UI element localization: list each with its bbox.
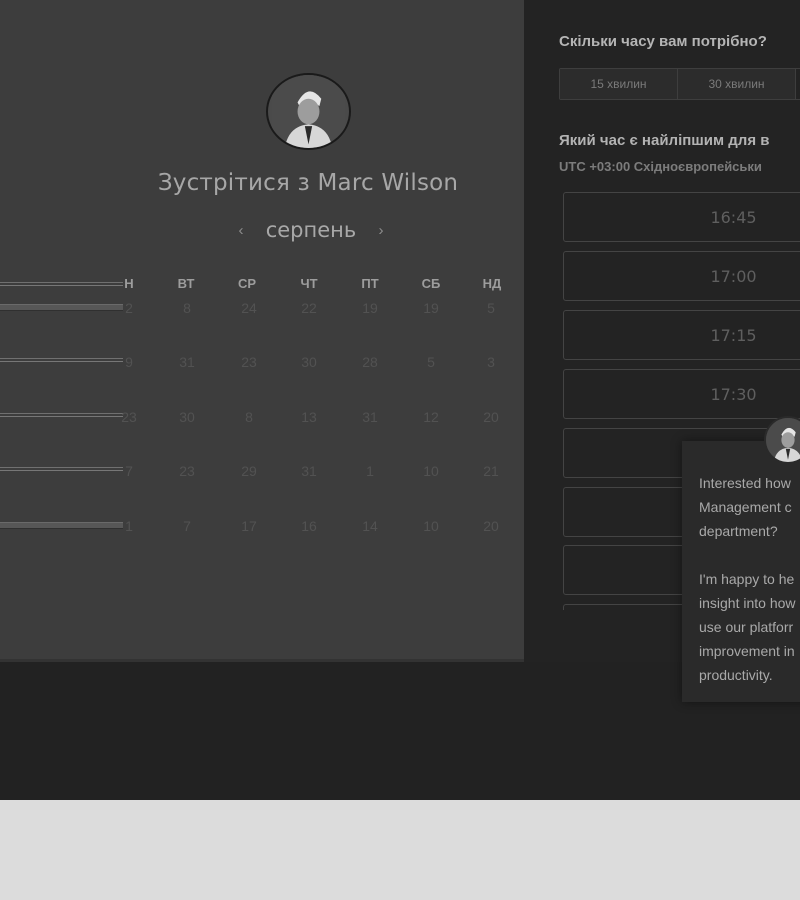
- calendar-day[interactable]: 30: [284, 354, 334, 370]
- calendar-day[interactable]: 2: [104, 300, 154, 316]
- weekday-label: СР: [237, 276, 257, 291]
- calendar-week: 2 8 24 22 19 19 5: [0, 300, 524, 320]
- calendar-day[interactable]: 20: [466, 409, 516, 425]
- calendar-day[interactable]: 20: [466, 518, 516, 534]
- calendar-day[interactable]: 31: [345, 409, 395, 425]
- calendar-day[interactable]: 5: [406, 354, 456, 370]
- calendar-day[interactable]: 5: [466, 300, 516, 316]
- calendar-day[interactable]: 16: [284, 518, 334, 534]
- weekday-label: ПТ: [361, 276, 379, 291]
- calendar-day[interactable]: 3: [466, 354, 516, 370]
- time-slot[interactable]: 16:45: [563, 192, 800, 242]
- calendar-panel: Зустрітися з Marc Wilson ‹ серпень › Н В…: [0, 0, 524, 662]
- calendar-day[interactable]: 19: [345, 300, 395, 316]
- time-slot[interactable]: 17:15: [563, 310, 800, 360]
- calendar-day[interactable]: 12: [406, 409, 456, 425]
- weekday-label: ЧТ: [300, 276, 318, 291]
- time-slot[interactable]: 17:00: [563, 251, 800, 301]
- calendar-day[interactable]: 9: [104, 354, 154, 370]
- month-navigation: ‹ серпень ›: [226, 214, 396, 246]
- chat-message: Interested how Management c department? …: [699, 475, 796, 683]
- best-time-question: Який час є найліпшим для в: [559, 132, 770, 149]
- weekday-label: Н: [124, 276, 134, 291]
- time-slot[interactable]: 17:30: [563, 369, 800, 419]
- weekday-label: ВТ: [177, 276, 195, 291]
- month-label: серпень: [265, 218, 357, 242]
- calendar-day[interactable]: 30: [162, 409, 212, 425]
- person-avatar-icon: [272, 75, 345, 148]
- calendar-day[interactable]: 1: [345, 463, 395, 479]
- calendar-week: 7 23 29 31 1 10 21: [0, 463, 524, 483]
- calendar-day[interactable]: 17: [224, 518, 274, 534]
- weekday-label: СБ: [421, 276, 441, 291]
- calendar-day[interactable]: 8: [224, 409, 274, 425]
- chevron-right-icon[interactable]: ›: [366, 222, 396, 239]
- calendar-day[interactable]: 10: [406, 463, 456, 479]
- duration-question: Скільки часу вам потрібно?: [559, 33, 767, 50]
- calendar-week: 9 31 23 30 28 5 3: [0, 354, 524, 374]
- calendar-day[interactable]: 8: [162, 300, 212, 316]
- calendar-day[interactable]: 7: [162, 518, 212, 534]
- calendar-day[interactable]: 23: [104, 409, 154, 425]
- calendar-day[interactable]: 22: [284, 300, 334, 316]
- weekday-label: НД: [482, 276, 502, 291]
- calendar-day[interactable]: 31: [162, 354, 212, 370]
- scheduler-app: Зустрітися з Marc Wilson ‹ серпень › Н В…: [0, 0, 800, 800]
- calendar-day[interactable]: 21: [466, 463, 516, 479]
- calendar-day[interactable]: 19: [406, 300, 456, 316]
- chevron-left-icon[interactable]: ‹: [226, 222, 256, 239]
- calendar-day[interactable]: 23: [162, 463, 212, 479]
- calendar-day[interactable]: 1: [104, 518, 154, 534]
- chat-popup[interactable]: Interested how Management c department? …: [682, 441, 800, 702]
- duration-option-30[interactable]: 30 хвилин: [678, 69, 796, 99]
- calendar-day[interactable]: 10: [406, 518, 456, 534]
- host-avatar: [266, 73, 351, 150]
- calendar-day[interactable]: 13: [284, 409, 334, 425]
- calendar-day[interactable]: 29: [224, 463, 274, 479]
- calendar-day[interactable]: 14: [345, 518, 395, 534]
- calendar-day[interactable]: 23: [224, 354, 274, 370]
- duration-option-15[interactable]: 15 хвилин: [560, 69, 678, 99]
- calendar-day[interactable]: 7: [104, 463, 154, 479]
- calendar-day[interactable]: 24: [224, 300, 274, 316]
- duration-tabs: 15 хвилин 30 хвилин: [559, 68, 800, 100]
- calendar-day[interactable]: 31: [284, 463, 334, 479]
- person-avatar-icon: [766, 418, 800, 462]
- calendar-week: 1 7 17 16 14 10 20: [0, 518, 524, 538]
- calendar-week: 23 30 8 13 31 12 20: [0, 409, 524, 429]
- calendar-day[interactable]: 28: [345, 354, 395, 370]
- weekday-header: Н ВТ СР ЧТ ПТ СБ НД: [0, 276, 524, 296]
- timezone-label: UTC +03:00 Східноєвропейськи: [559, 159, 762, 174]
